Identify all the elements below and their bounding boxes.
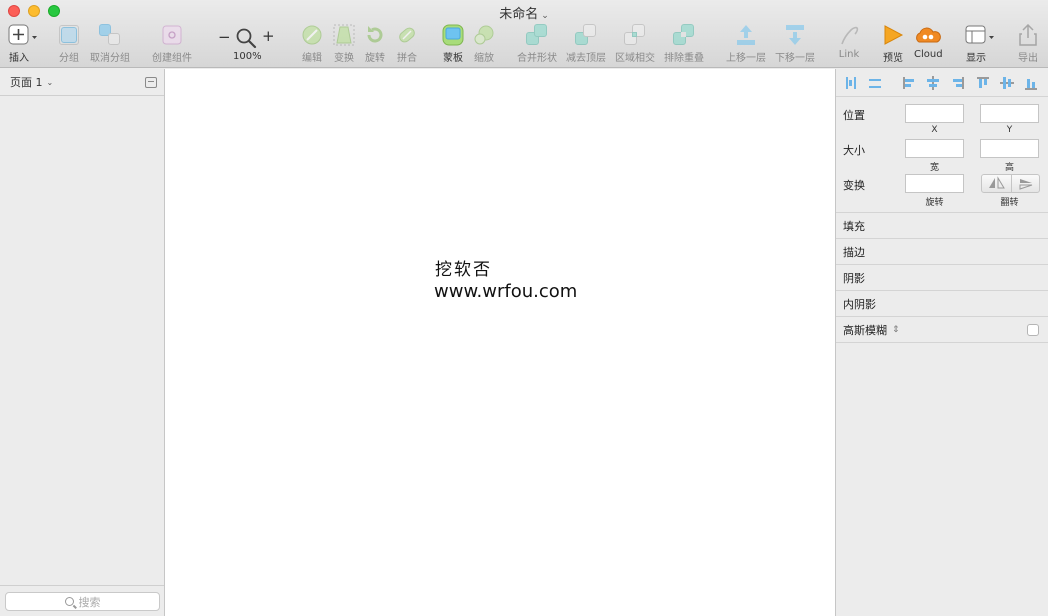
position-y-input[interactable] — [980, 104, 1039, 123]
layers-sidebar: 页面 1 ⌄ 搜索 — [0, 69, 165, 616]
x-caption: X — [931, 125, 938, 135]
insert-button[interactable]: 插入 — [8, 24, 38, 64]
y-caption: Y — [1006, 125, 1013, 135]
scale-icon — [473, 24, 495, 46]
align-right-icon[interactable] — [950, 76, 964, 90]
flatten-button[interactable]: 拼合 — [396, 24, 418, 64]
zoom-out-button[interactable]: − — [218, 28, 231, 46]
width-input[interactable] — [905, 139, 964, 158]
plus-icon — [8, 24, 38, 46]
rotate-caption: 旋转 — [925, 198, 944, 208]
rotate-button[interactable]: 旋转 — [364, 24, 386, 64]
align-center-horizontal-icon[interactable] — [926, 76, 940, 90]
distribute-horizontal-icon[interactable] — [844, 76, 858, 90]
layer-search-input[interactable]: 搜索 — [5, 592, 160, 611]
transform-label: 变换 — [843, 179, 865, 192]
ungroup-button[interactable]: 取消分组 — [90, 24, 130, 64]
blur-enable-checkbox[interactable] — [1027, 324, 1039, 336]
arrow-down-layer-icon — [784, 24, 806, 46]
edit-button[interactable]: 编辑 — [301, 24, 323, 64]
collapse-pages-icon[interactable] — [145, 77, 157, 88]
flip-horizontal-button[interactable] — [982, 175, 1011, 192]
size-label: 大小 — [843, 144, 865, 157]
border-section[interactable]: 描边 — [836, 239, 1048, 265]
view-layout-icon — [965, 24, 995, 46]
height-caption: 高 — [1004, 163, 1014, 173]
create-symbol-button[interactable]: 创建组件 — [152, 24, 192, 64]
bring-forward-button[interactable]: 上移一层 — [726, 24, 766, 64]
union-icon — [526, 24, 548, 46]
flip-vertical-icon — [1019, 179, 1033, 190]
ungroup-icon — [99, 24, 121, 46]
fill-section[interactable]: 填充 — [836, 213, 1048, 239]
up-down-chevron-icon[interactable]: ⇕ — [892, 325, 900, 335]
watermark-url: www.wrfou.com — [434, 281, 578, 302]
rotate-icon — [364, 24, 386, 46]
geometry-properties: 位置 X Y 大小 宽 高 变换 旋转 翻转 — [836, 97, 1048, 213]
intersect-icon — [624, 24, 646, 46]
cloud-icon — [914, 24, 942, 46]
mask-button[interactable]: 蒙板 — [442, 24, 464, 64]
page-selector[interactable]: 页面 1 ⌄ — [0, 69, 164, 96]
scale-button[interactable]: 缩放 — [473, 24, 495, 64]
width-caption: 宽 — [929, 163, 939, 173]
canvas[interactable]: 挖软否 www.wrfou.com — [165, 69, 835, 616]
inspector-panel: 位置 X Y 大小 宽 高 变换 旋转 翻转 填充 描边 阴影 内阴影 高斯模糊… — [835, 69, 1048, 616]
zoom-level[interactable]: 100% — [233, 51, 262, 62]
symbol-icon — [161, 24, 183, 46]
flip-horizontal-icon — [989, 176, 1005, 189]
align-left-icon[interactable] — [902, 76, 916, 90]
difference-button[interactable]: 排除重叠 — [664, 24, 704, 64]
shadow-section[interactable]: 阴影 — [836, 265, 1048, 291]
inner-shadow-section[interactable]: 内阴影 — [836, 291, 1048, 317]
view-button[interactable]: 显示 — [965, 24, 995, 64]
intersect-button[interactable]: 区域相交 — [615, 24, 655, 64]
flip-vertical-button[interactable] — [1011, 175, 1041, 192]
align-middle-vertical-icon[interactable] — [1000, 76, 1014, 90]
document-name: 未命名 — [499, 7, 539, 22]
toolbar: 未命名 ⌄ 插入 分组 取消分组 创建组件 − + 100% 编辑 变换 旋转 … — [0, 0, 1048, 68]
position-label: 位置 — [843, 109, 865, 122]
alignment-toolbar — [836, 69, 1048, 97]
align-bottom-icon[interactable] — [1024, 76, 1038, 90]
align-top-icon[interactable] — [976, 76, 990, 90]
flip-caption: 翻转 — [1000, 198, 1019, 208]
zoom-in-button[interactable]: + — [262, 27, 275, 45]
sidebar-footer: 搜索 — [0, 585, 164, 616]
send-backward-button[interactable]: 下移一层 — [775, 24, 815, 64]
link-button[interactable]: Link — [838, 24, 860, 60]
group-button[interactable]: 分组 — [58, 24, 80, 64]
arrow-up-layer-icon — [735, 24, 757, 46]
transform-button[interactable]: 变换 — [333, 24, 355, 64]
preview-button[interactable]: 预览 — [882, 24, 904, 64]
share-export-icon — [1017, 23, 1039, 46]
magnifier-icon — [235, 27, 257, 52]
height-input[interactable] — [980, 139, 1039, 158]
subtract-icon — [575, 24, 597, 46]
chevron-down-icon: ⌄ — [541, 11, 549, 21]
search-placeholder: 搜索 — [78, 595, 101, 609]
page-selector-label: 页面 1 — [10, 76, 43, 89]
flip-controls — [981, 174, 1040, 193]
chevron-down-icon: ⌄ — [46, 77, 54, 87]
window-title[interactable]: 未命名 ⌄ — [0, 3, 1048, 22]
rotation-input[interactable] — [905, 174, 964, 193]
position-x-input[interactable] — [905, 104, 964, 123]
flatten-icon — [396, 24, 418, 46]
cloud-button[interactable]: Cloud — [914, 24, 943, 60]
distribute-vertical-icon[interactable] — [868, 76, 882, 90]
watermark-text: 挖软否 — [435, 260, 492, 280]
union-button[interactable]: 合并形状 — [517, 24, 557, 64]
link-icon — [838, 24, 860, 46]
group-icon — [58, 24, 80, 46]
search-icon — [64, 597, 74, 606]
export-button[interactable]: 导出 — [1017, 23, 1039, 64]
blur-section[interactable]: 高斯模糊 ⇕ — [836, 317, 1048, 343]
transform-icon — [333, 24, 355, 46]
mask-icon — [442, 24, 464, 46]
difference-icon — [673, 24, 695, 46]
subtract-button[interactable]: 减去顶层 — [566, 24, 606, 64]
edit-path-icon — [301, 24, 323, 46]
play-icon — [882, 24, 904, 46]
